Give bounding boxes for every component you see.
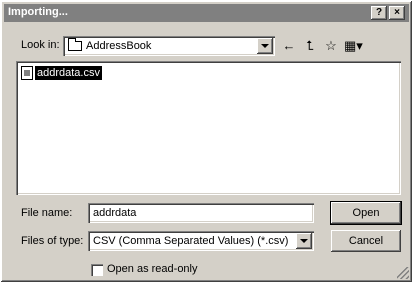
views-menu-icon[interactable]: ▦▾ <box>344 38 363 54</box>
file-name-label: File name: <box>21 207 73 219</box>
back-icon[interactable]: ← <box>280 38 298 54</box>
file-name-value: addrdata <box>93 207 137 219</box>
file-name-text: addrdata.csv <box>35 66 102 80</box>
import-dialog: Importing... ? × Look in: AddressBook ← … <box>0 0 413 283</box>
file-type-value: CSV (Comma Separated Values) (*.csv) <box>93 235 289 247</box>
file-name-input[interactable]: addrdata <box>88 203 314 223</box>
read-only-checkbox[interactable] <box>91 264 103 276</box>
close-button[interactable]: × <box>389 6 405 20</box>
up-folder-icon[interactable]: ⮤ <box>301 38 319 54</box>
look-in-value: AddressBook <box>86 40 152 52</box>
file-icon <box>21 66 33 80</box>
file-type-label: Files of type: <box>21 235 84 247</box>
open-button[interactable]: Open <box>331 202 401 224</box>
folder-icon <box>68 38 82 51</box>
chevron-down-icon[interactable] <box>257 38 273 54</box>
read-only-label[interactable]: Open as read-only <box>107 263 198 275</box>
look-in-label: Look in: <box>21 39 60 51</box>
help-button[interactable]: ? <box>371 6 387 20</box>
title-bar[interactable]: Importing... ? × <box>4 4 409 22</box>
new-folder-icon[interactable]: ☆ <box>322 38 340 54</box>
cancel-button[interactable]: Cancel <box>331 230 401 252</box>
chevron-down-icon[interactable] <box>296 233 312 249</box>
look-in-dropdown[interactable]: AddressBook <box>63 36 275 56</box>
resize-grip-icon[interactable] <box>397 267 409 279</box>
file-type-dropdown[interactable]: CSV (Comma Separated Values) (*.csv) <box>88 231 314 251</box>
dialog-title: Importing... <box>8 6 68 18</box>
file-list[interactable]: addrdata.csv <box>16 61 401 195</box>
